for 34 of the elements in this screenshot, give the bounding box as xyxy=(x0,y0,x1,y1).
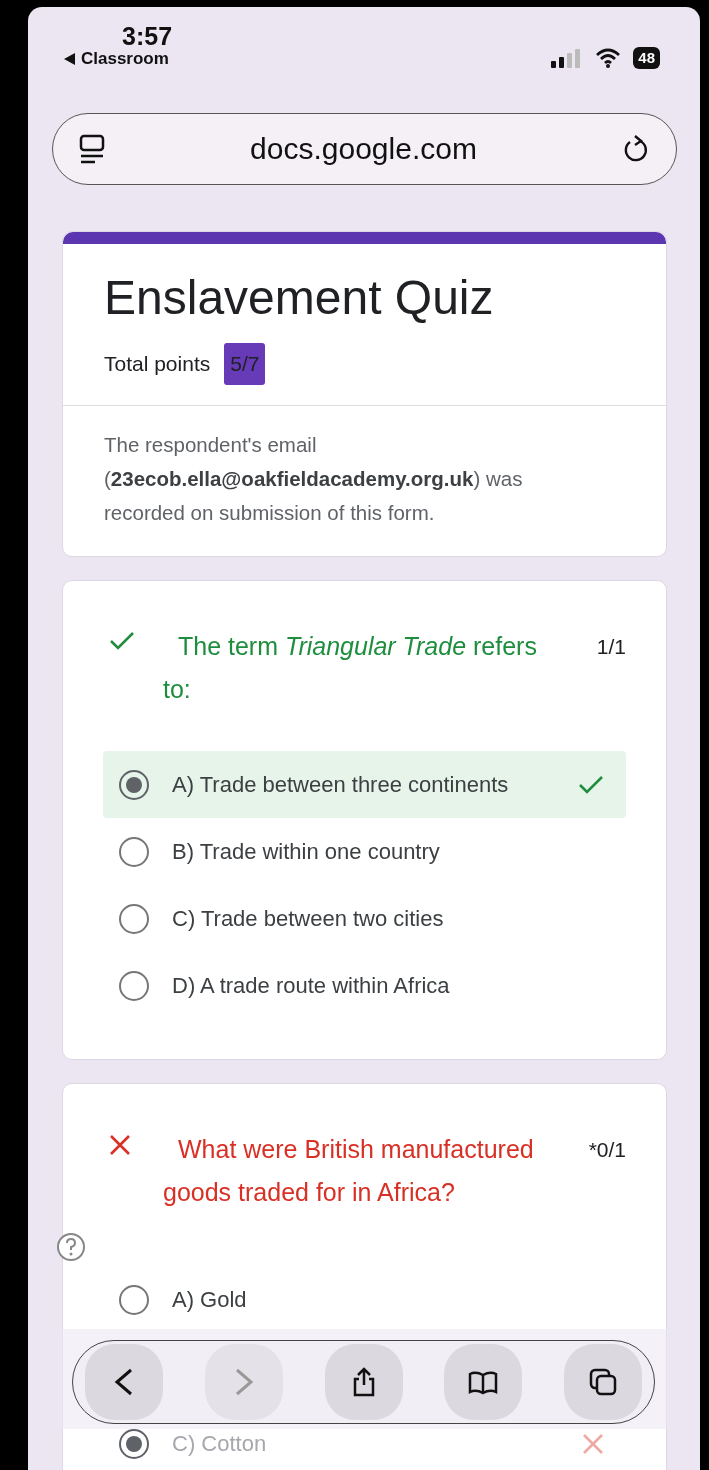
radio-button[interactable] xyxy=(118,768,150,801)
back-app-link[interactable]: Classroom xyxy=(81,49,169,69)
question-text: The term Triangular Trade refers to: xyxy=(163,631,538,705)
page-menu-icon[interactable] xyxy=(79,134,105,164)
radio-button[interactable] xyxy=(118,1284,150,1316)
reload-icon[interactable] xyxy=(622,134,650,164)
score-badge: 5/7 xyxy=(224,343,266,385)
correct-answer-row[interactable]: A) Trade between three continents xyxy=(103,751,626,818)
wifi-icon xyxy=(595,48,622,68)
answer-option[interactable]: B) Trade within one country xyxy=(103,818,626,885)
email-notice: The respondent's email (23ecob.ella@oakfieldacademy.org.uk) was recorded on submission of this form. xyxy=(63,405,666,556)
tabs-icon xyxy=(587,1366,619,1398)
check-icon xyxy=(578,774,604,795)
answer-option[interactable]: C) Trade between two cities xyxy=(103,885,626,952)
clock-time: 3:57 xyxy=(122,23,173,49)
back-triangle-icon[interactable] xyxy=(64,53,76,65)
back-icon xyxy=(113,1366,135,1398)
help-icon[interactable] xyxy=(56,1232,86,1262)
radio-button[interactable] xyxy=(118,902,150,935)
total-points-label: Total points xyxy=(104,352,211,376)
cross-icon xyxy=(109,1134,131,1156)
check-icon xyxy=(109,631,135,651)
question-points: *0/1 xyxy=(588,1137,626,1162)
question-points: 1/1 xyxy=(596,634,626,659)
answer-option[interactable]: A) Gold xyxy=(103,1284,626,1316)
radio-button[interactable] xyxy=(118,969,150,1002)
radio-button[interactable] xyxy=(118,1428,150,1460)
address-bar[interactable]: docs.google.com xyxy=(52,113,677,185)
answer-option[interactable]: D) A trade route within Africa xyxy=(103,952,626,1019)
form-title: Enslavement Quiz xyxy=(104,270,495,325)
question-text: What were British manufactured goods traded for in Africa? xyxy=(163,1134,535,1208)
radio-button[interactable] xyxy=(118,835,150,868)
battery-level: 48 xyxy=(633,47,660,69)
cross-icon xyxy=(582,1433,604,1455)
